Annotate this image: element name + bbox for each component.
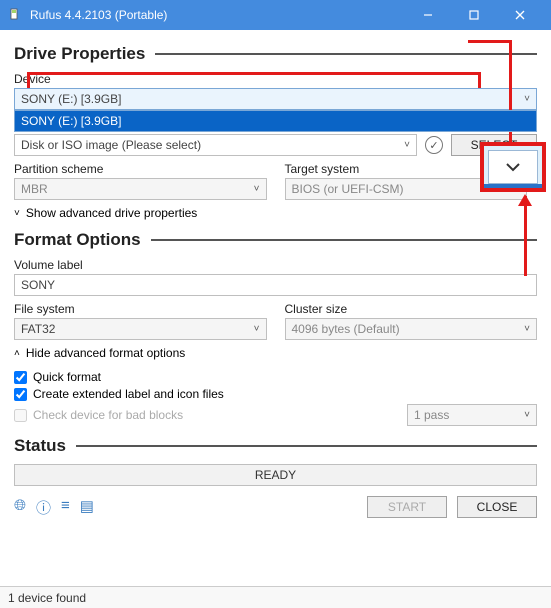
- window-title: Rufus 4.4.2103 (Portable): [30, 8, 167, 22]
- settings-icon[interactable]: ≡: [61, 497, 70, 518]
- chevron-down-icon: [504, 161, 522, 173]
- quick-format-checkbox[interactable]: [14, 371, 27, 384]
- chevron-down-icon: ˅: [404, 140, 410, 151]
- device-dropdown[interactable]: SONY (E:) [3.9GB] ˅: [14, 88, 537, 110]
- extended-label-checkbox-row: Create extended label and icon files: [14, 387, 537, 401]
- device-count: 1 device found: [8, 591, 86, 605]
- partition-scheme-dropdown[interactable]: MBR ˅: [14, 178, 267, 200]
- device-option[interactable]: SONY (E:) [3.9GB]: [15, 111, 536, 131]
- chevron-down-icon: ˅: [524, 94, 530, 105]
- log-icon[interactable]: ▤: [80, 497, 94, 518]
- drive-properties-heading: Drive Properties: [14, 44, 537, 64]
- start-button[interactable]: START: [367, 496, 447, 518]
- format-options-heading: Format Options: [14, 230, 537, 250]
- hide-advanced-format-toggle[interactable]: ˄ Hide advanced format options: [14, 346, 537, 360]
- bad-blocks-passes-dropdown: 1 pass ˅: [407, 404, 537, 426]
- close-button-main[interactable]: CLOSE: [457, 496, 537, 518]
- globe-icon[interactable]: 🌐︎: [14, 497, 26, 518]
- status-heading: Status: [14, 436, 537, 456]
- cluster-size-dropdown[interactable]: 4096 bytes (Default) ˅: [285, 318, 538, 340]
- show-advanced-drive-toggle[interactable]: ˅ Show advanced drive properties: [14, 206, 537, 220]
- close-button[interactable]: [497, 0, 543, 30]
- file-system-label: File system: [14, 302, 267, 316]
- file-system-dropdown[interactable]: FAT32 ˅: [14, 318, 267, 340]
- bad-blocks-row: Check device for bad blocks 1 pass ˅: [14, 404, 537, 426]
- chevron-up-icon: ˄: [14, 348, 20, 359]
- chevron-down-icon: ˅: [14, 208, 20, 219]
- cluster-size-label: Cluster size: [285, 302, 538, 316]
- chevron-down-icon: ˅: [524, 324, 530, 335]
- verify-iso-icon[interactable]: ✓: [425, 136, 443, 154]
- maximize-button[interactable]: [451, 0, 497, 30]
- annotation-arrow: [524, 196, 527, 276]
- boot-selection-value: Disk or ISO image (Please select): [21, 138, 201, 152]
- minimize-button[interactable]: [405, 0, 451, 30]
- boot-selection-dropdown[interactable]: Disk or ISO image (Please select) ˅: [14, 134, 417, 156]
- chevron-down-icon: ˅: [524, 410, 530, 421]
- partition-scheme-label: Partition scheme: [14, 162, 267, 176]
- bad-blocks-checkbox: [14, 409, 27, 422]
- volume-label-label: Volume label: [14, 258, 537, 272]
- extended-label-checkbox[interactable]: [14, 388, 27, 401]
- chevron-down-icon: ˅: [254, 324, 260, 335]
- device-selected: SONY (E:) [3.9GB]: [21, 92, 121, 106]
- chevron-down-icon: ˅: [254, 184, 260, 195]
- info-icon[interactable]: ⓘ: [36, 497, 51, 518]
- device-label: Device: [14, 72, 537, 86]
- quick-format-checkbox-row: Quick format: [14, 370, 537, 384]
- device-dropdown-list: SONY (E:) [3.9GB]: [14, 110, 537, 132]
- volume-label-input[interactable]: [14, 274, 537, 296]
- annotation-zoom-callout: [480, 142, 546, 192]
- status-bar: 1 device found: [0, 586, 551, 608]
- status-readout: READY: [14, 464, 537, 486]
- rufus-app-icon: [8, 7, 24, 23]
- titlebar: Rufus 4.4.2103 (Portable): [0, 0, 551, 30]
